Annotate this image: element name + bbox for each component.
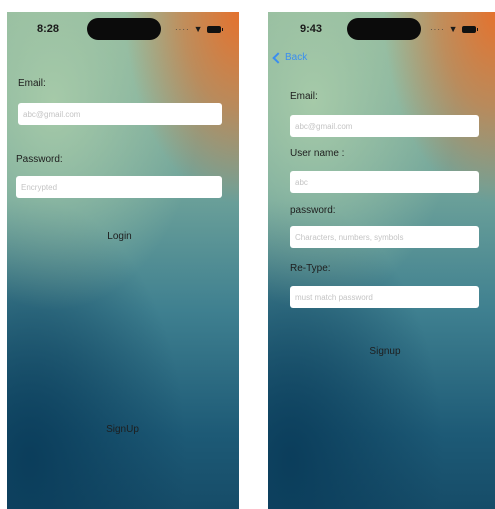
- signup-button[interactable]: SignUp: [95, 424, 150, 435]
- status-icons: ···· ▼: [175, 24, 223, 34]
- email-label: Email:: [18, 78, 46, 89]
- dynamic-island: [87, 18, 161, 40]
- password-input[interactable]: [290, 226, 479, 248]
- battery-icon: [206, 25, 223, 33]
- status-time: 9:43: [300, 23, 323, 35]
- login-button[interactable]: Login: [97, 231, 142, 242]
- signal-icon: ····: [175, 24, 190, 34]
- status-icons: ···· ▼: [430, 24, 478, 34]
- chevron-left-icon: [272, 51, 284, 64]
- login-screen: 8:28 ···· ▼ Email: Password: Login SignU…: [7, 12, 239, 509]
- back-label: Back: [285, 52, 308, 63]
- email-input[interactable]: [18, 103, 222, 125]
- dynamic-island: [347, 18, 421, 40]
- password-input[interactable]: [16, 176, 222, 198]
- back-button[interactable]: Back: [272, 51, 308, 64]
- wifi-icon: ▼: [448, 24, 458, 34]
- email-input[interactable]: [290, 115, 479, 137]
- status-time: 8:28: [37, 23, 60, 35]
- email-label: Email:: [290, 91, 318, 102]
- wifi-icon: ▼: [193, 24, 203, 34]
- signal-icon: ····: [430, 24, 445, 34]
- password-label: password:: [290, 205, 336, 216]
- username-input[interactable]: [290, 171, 479, 193]
- retype-label: Re-Type:: [290, 263, 331, 274]
- retype-password-input[interactable]: [290, 286, 479, 308]
- username-label: User name :: [290, 148, 345, 159]
- signup-screen: 9:43 ···· ▼ Back Email: User name : pass…: [268, 12, 495, 509]
- password-label: Password:: [16, 154, 63, 165]
- signup-button[interactable]: Signup: [360, 346, 410, 357]
- battery-icon: [461, 25, 478, 33]
